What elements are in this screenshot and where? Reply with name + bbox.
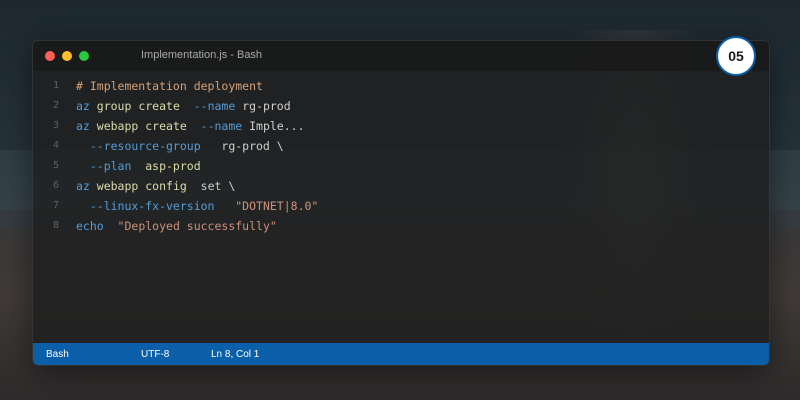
- code-line: 3 az webapp create --name Imple...: [33, 117, 769, 137]
- code-token-flag: --plan: [76, 159, 132, 173]
- code-token-sub: webapp config: [89, 179, 187, 193]
- code-token-cmd: az: [76, 99, 90, 113]
- line-number: 1: [52, 80, 60, 91]
- line-number: 8: [52, 220, 60, 231]
- code-token-comment: # Implementation deployment: [76, 79, 263, 93]
- line-number: 2: [52, 100, 60, 111]
- code-text: echo "Deployed successfully": [76, 219, 277, 233]
- code-line: 6 az webapp config set \: [33, 177, 769, 197]
- maximize-button[interactable]: [79, 51, 89, 61]
- close-button[interactable]: [45, 51, 55, 61]
- code-line: 8 echo "Deployed successfully": [33, 217, 769, 237]
- code-token-cmd: echo: [76, 219, 104, 233]
- line-number: 5: [52, 160, 60, 171]
- code-token-val: set \: [186, 179, 236, 193]
- status-language[interactable]: Bash: [46, 349, 69, 360]
- step-number-badge: 05: [716, 36, 756, 76]
- code-token-flag: --resource-group: [76, 139, 201, 153]
- code-line: 7 --linux-fx-version "DOTNET|8.0": [33, 197, 769, 217]
- code-token-val: Imple...: [242, 119, 305, 133]
- code-text: --resource-group rg-prod \: [76, 139, 284, 153]
- minimize-button[interactable]: [62, 51, 72, 61]
- window-title: Implementation.js - Bash: [141, 49, 263, 61]
- code-token-flag: --name: [179, 99, 236, 113]
- code-token-str: "DOTNET|8.0": [214, 199, 319, 213]
- code-token-flag: --name: [186, 119, 243, 133]
- terminal-window: Implementation.js - Bash 1 # Implementati…: [32, 40, 770, 366]
- code-token-cmd: az: [76, 119, 90, 133]
- code-text: az webapp create --name Imple...: [76, 119, 305, 133]
- code-token-val: rg-prod \: [200, 139, 284, 153]
- code-text: --linux-fx-version "DOTNET|8.0": [76, 199, 319, 213]
- code-token-str: "Deployed successfully": [103, 219, 277, 233]
- code-line: 1 # Implementation deployment: [33, 77, 769, 97]
- line-number: 7: [52, 200, 60, 211]
- line-number: 6: [52, 180, 60, 191]
- code-line: 5 --plan asp-prod: [33, 157, 769, 177]
- code-token-cmd: az: [76, 179, 90, 193]
- line-number: 3: [52, 120, 60, 131]
- code-token-sub: asp-prod: [131, 159, 201, 173]
- title-bar: Implementation.js - Bash: [33, 41, 769, 71]
- code-text: az group create --name rg-prod: [76, 99, 291, 113]
- code-text: az webapp config set \: [76, 179, 235, 193]
- code-text: --plan asp-prod: [76, 159, 201, 173]
- status-encoding[interactable]: UTF-8: [141, 349, 169, 360]
- status-cursor-position[interactable]: Ln 8, Col 1: [211, 349, 259, 360]
- code-token-flag: --linux-fx-version: [76, 199, 215, 213]
- code-editor[interactable]: 1 # Implementation deployment 2 az group cr…: [33, 77, 769, 237]
- code-text: # Implementation deployment: [76, 79, 263, 93]
- code-line: 4 --resource-group rg-prod \: [33, 137, 769, 157]
- code-token-sub: webapp create: [89, 119, 187, 133]
- status-bar: Bash UTF-8 Ln 8, Col 1: [33, 343, 769, 365]
- code-line: 2 az group create --name rg-prod: [33, 97, 769, 117]
- code-token-sub: group create: [89, 99, 180, 113]
- line-number: 4: [52, 140, 60, 151]
- code-token-val: rg-prod: [235, 99, 291, 113]
